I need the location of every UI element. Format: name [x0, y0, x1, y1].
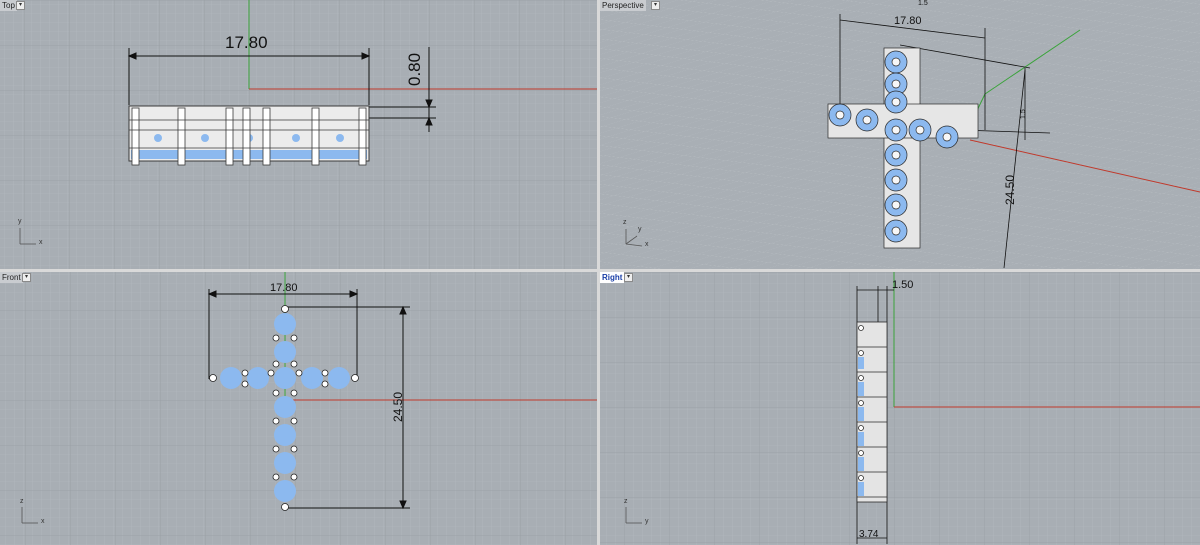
- viewport-menu-dropdown-icon[interactable]: ▾: [16, 1, 25, 10]
- axis-label-x: x: [645, 241, 649, 248]
- viewport-front[interactable]: 17.80 24.50 z x Front ▾: [0, 272, 597, 545]
- viewport-menu-dropdown-icon[interactable]: ▾: [624, 273, 633, 282]
- front-canvas[interactable]: [0, 272, 597, 545]
- viewport-right[interactable]: 1.50 3.74 z y Right ▾: [600, 272, 1200, 545]
- pendant-top-view[interactable]: [128, 105, 370, 166]
- viewport-menu-dropdown-icon[interactable]: ▾: [22, 273, 31, 282]
- viewport-title-top[interactable]: Top: [0, 0, 17, 11]
- viewport-perspective[interactable]: 17.80 1.5 1.5 24.50 z x y Perspective ▾: [600, 0, 1200, 269]
- top-canvas[interactable]: [0, 0, 597, 269]
- dim-label-width: 17.80: [225, 33, 268, 52]
- dim-label-bottom: 3.74: [859, 529, 879, 540]
- dim-label-width: 17.80: [270, 282, 298, 294]
- axis-label-x: x: [39, 239, 43, 246]
- axis-label-z: z: [623, 219, 627, 226]
- viewport-top[interactable]: 17.80 0.80 y x Top ▾: [0, 0, 597, 269]
- dim-label-width: 17.80: [894, 15, 922, 27]
- dim-label-height: 24.50: [391, 391, 405, 422]
- axis-label-y: y: [638, 226, 642, 233]
- axis-label-y: y: [18, 218, 22, 225]
- viewport-menu-dropdown-icon[interactable]: ▾: [651, 1, 660, 10]
- dim-label-small-2: 1.5: [1020, 109, 1027, 119]
- dim-label-depth: 0.80: [405, 52, 424, 86]
- pendant-right-view[interactable]: [856, 321, 888, 503]
- axis-label-z: z: [624, 498, 628, 505]
- axis-label-z: z: [20, 498, 24, 505]
- perspective-canvas[interactable]: [600, 0, 1200, 269]
- axis-label-y: y: [645, 518, 649, 525]
- viewport-title-right[interactable]: Right: [600, 272, 625, 283]
- viewport-title-perspective[interactable]: Perspective: [600, 0, 646, 11]
- axis-label-x: x: [41, 518, 45, 525]
- dim-label-top: 1.50: [892, 279, 914, 291]
- viewport-title-front[interactable]: Front: [0, 272, 23, 283]
- dim-label-small-1: 1.5: [918, 0, 928, 7]
- right-canvas[interactable]: [600, 272, 1200, 545]
- dim-label-height: 24.50: [1003, 174, 1017, 205]
